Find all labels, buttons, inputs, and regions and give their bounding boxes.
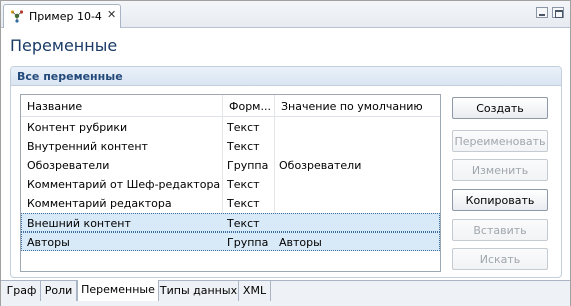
- copy-button[interactable]: Копировать: [452, 189, 548, 211]
- cell-format: Группа: [227, 159, 269, 172]
- tab-xml[interactable]: XML: [239, 281, 271, 301]
- cell-default: Обозреватели: [279, 159, 362, 172]
- variables-table[interactable]: Название Форм... Значение по умолчанию К…: [20, 94, 441, 272]
- paste-button[interactable]: Вставить: [452, 219, 548, 241]
- cell-format: Текст: [227, 197, 260, 210]
- tab-graph[interactable]: Граф: [3, 281, 41, 301]
- column-header-name[interactable]: Название: [27, 100, 82, 113]
- cell-name: Авторы: [27, 236, 70, 249]
- section-title: Все переменные: [17, 70, 123, 83]
- cell-format: Текст: [227, 178, 260, 191]
- tab-data-types[interactable]: Типы данных: [159, 281, 239, 301]
- page-title: Переменные: [10, 36, 118, 55]
- cell-format: Текст: [227, 121, 260, 134]
- edit-button[interactable]: Изменить: [452, 159, 548, 181]
- table-row[interactable]: Обозреватели Группа Обозреватели: [21, 156, 440, 175]
- section-header: Все переменные: [11, 67, 561, 86]
- table-header: Название Форм... Значение по умолчанию: [21, 95, 440, 117]
- cell-name: Обозреватели: [27, 159, 110, 172]
- cell-name: Внешний контент: [27, 217, 131, 230]
- editor-tab[interactable]: Пример 10-4 ✕: [3, 4, 121, 28]
- editor-tabstrip: Пример 10-4 ✕: [1, 1, 570, 28]
- column-header-format[interactable]: Форм...: [229, 100, 271, 113]
- cell-name: Внутренний контент: [27, 140, 148, 153]
- editor-window: Пример 10-4 ✕ Переменные Все переменные …: [0, 0, 571, 306]
- search-button[interactable]: Искать: [452, 248, 548, 270]
- process-icon: [10, 10, 24, 23]
- cell-name: Комментарий от Шеф-редактора: [27, 178, 220, 191]
- close-icon[interactable]: ✕: [107, 8, 116, 21]
- bottom-tabbar: Граф Роли Переменные Типы данных XML: [1, 280, 570, 306]
- editor-tab-title: Пример 10-4: [29, 10, 102, 23]
- cell-name: Контент рубрики: [27, 121, 128, 134]
- table-row[interactable]: Комментарий редактора Текст: [21, 194, 440, 213]
- tab-roles[interactable]: Роли: [41, 281, 77, 301]
- variables-section: Все переменные Название Форм... Значение…: [10, 66, 562, 278]
- cell-format: Текст: [227, 140, 260, 153]
- table-row[interactable]: Комментарий от Шеф-редактора Текст: [21, 175, 440, 194]
- table-row-selected[interactable]: Авторы Группа Авторы: [21, 232, 440, 251]
- create-button[interactable]: Создать: [452, 97, 548, 119]
- tab-variables[interactable]: Переменные: [77, 280, 159, 301]
- cell-format: Группа: [227, 236, 269, 249]
- cell-name: Комментарий редактора: [27, 197, 172, 210]
- column-header-default[interactable]: Значение по умолчанию: [281, 100, 423, 113]
- cell-format: Текст: [227, 217, 260, 230]
- table-row[interactable]: Внутренний контент Текст: [21, 137, 440, 156]
- table-row[interactable]: Контент рубрики Текст: [21, 118, 440, 137]
- rename-button[interactable]: Переименовать: [452, 130, 548, 152]
- maximize-icon[interactable]: [552, 7, 564, 18]
- cell-default: Авторы: [279, 236, 322, 249]
- minimize-icon[interactable]: [536, 7, 548, 18]
- table-row-selected[interactable]: Внешний контент Текст: [21, 213, 440, 232]
